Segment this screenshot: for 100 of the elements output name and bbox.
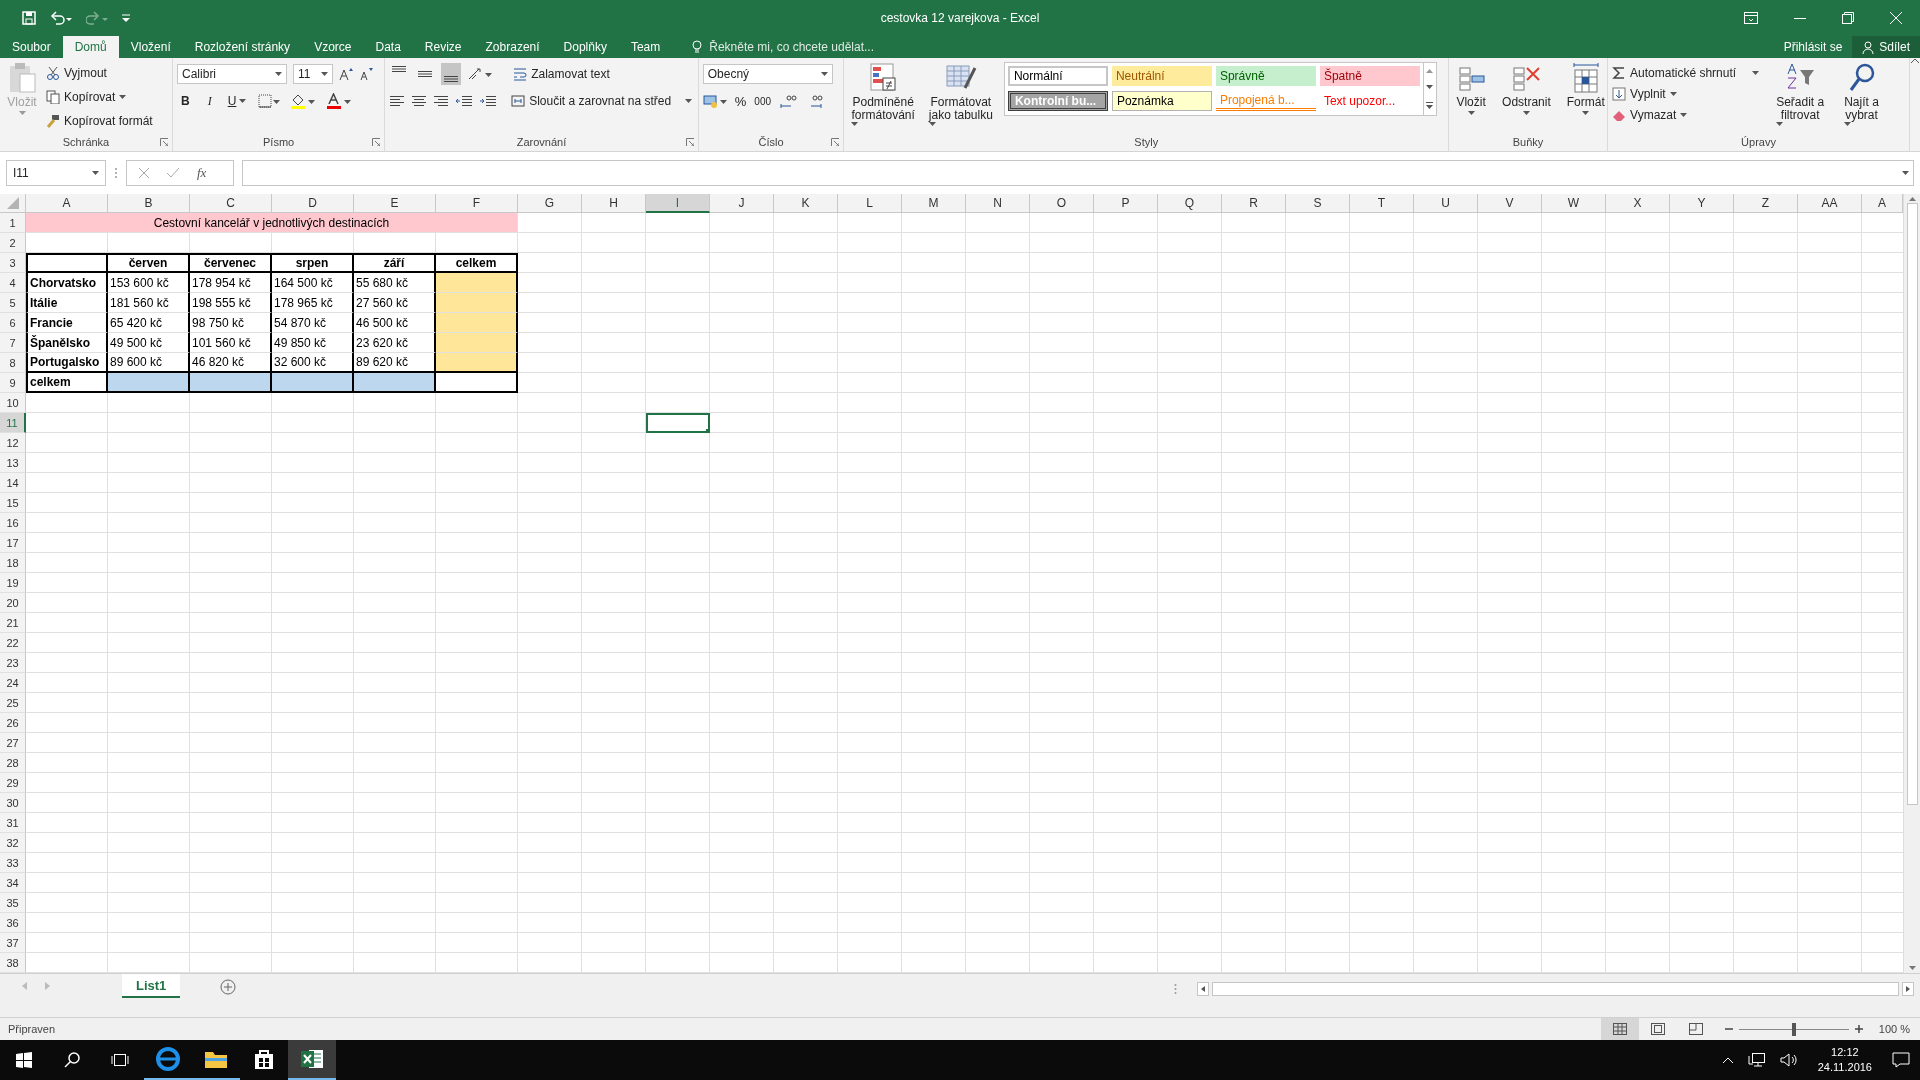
dialog-launcher-icon[interactable] bbox=[831, 138, 840, 146]
ribbon-tab[interactable]: Rozložení stránky bbox=[182, 36, 303, 58]
row-header[interactable]: 11 bbox=[0, 413, 26, 433]
column-header[interactable]: X bbox=[1606, 194, 1670, 213]
row-header[interactable]: 31 bbox=[0, 813, 26, 833]
grow-font-icon[interactable] bbox=[339, 67, 354, 81]
row-header[interactable]: 29 bbox=[0, 773, 26, 793]
orientation-icon[interactable] bbox=[467, 67, 494, 81]
ribbon-tab[interactable]: Vzorce bbox=[302, 36, 364, 58]
column-header[interactable]: N bbox=[966, 194, 1030, 213]
row-header[interactable]: 8 bbox=[0, 353, 26, 373]
row-header[interactable]: 28 bbox=[0, 753, 26, 773]
ribbon-tab[interactable]: Vložení bbox=[118, 36, 183, 58]
row-header[interactable]: 17 bbox=[0, 533, 26, 553]
row-header[interactable]: 16 bbox=[0, 513, 26, 533]
column-header[interactable]: B bbox=[108, 194, 190, 213]
column-header[interactable]: P bbox=[1094, 194, 1158, 213]
row-header[interactable]: 37 bbox=[0, 933, 26, 953]
fill-button[interactable]: Vyplnit bbox=[1612, 83, 1760, 104]
close-icon[interactable] bbox=[1890, 12, 1902, 24]
percent-button[interactable]: % bbox=[734, 93, 747, 109]
column-header[interactable]: F bbox=[436, 194, 518, 213]
cell-style-option[interactable]: Správně bbox=[1215, 66, 1316, 86]
row-header[interactable]: 33 bbox=[0, 853, 26, 873]
underline-button[interactable]: U bbox=[225, 94, 249, 108]
column-header[interactable]: AA bbox=[1798, 194, 1862, 213]
column-header[interactable]: Q bbox=[1158, 194, 1222, 213]
zoom-level[interactable]: 100 % bbox=[1878, 1023, 1910, 1035]
fill-color-icon[interactable] bbox=[290, 93, 317, 109]
ribbon-tab[interactable]: Zobrazení bbox=[473, 36, 552, 58]
formula-field[interactable] bbox=[242, 160, 1914, 186]
find-select-button[interactable]: Najít a vybrat bbox=[1841, 62, 1882, 126]
borders-icon[interactable] bbox=[258, 94, 281, 108]
wrap-text-button[interactable]: Zalamovat text bbox=[513, 63, 610, 85]
font-color-icon[interactable] bbox=[326, 93, 353, 109]
cell-style-option[interactable]: Normální bbox=[1007, 66, 1108, 86]
chevron-up-icon[interactable] bbox=[1721, 1056, 1734, 1064]
row-header[interactable]: 34 bbox=[0, 873, 26, 893]
row-header[interactable]: 35 bbox=[0, 893, 26, 913]
row-header[interactable]: 18 bbox=[0, 553, 26, 573]
column-header[interactable]: U bbox=[1414, 194, 1478, 213]
column-header[interactable]: Z bbox=[1734, 194, 1798, 213]
add-sheet-icon[interactable] bbox=[220, 979, 237, 995]
font-size-dropdown[interactable]: 11 bbox=[293, 64, 334, 84]
collapse-ribbon-icon[interactable] bbox=[1910, 58, 1920, 64]
dialog-launcher-icon[interactable] bbox=[372, 138, 381, 146]
column-header[interactable]: G bbox=[518, 194, 582, 213]
scroll-up-icon[interactable] bbox=[1908, 197, 1916, 201]
column-header[interactable]: D bbox=[272, 194, 354, 213]
conditional-formatting-button[interactable]: Podmíněné formátování bbox=[848, 62, 918, 126]
scroll-down-icon[interactable] bbox=[1426, 85, 1434, 90]
shrink-font-icon[interactable] bbox=[359, 67, 374, 81]
row-header[interactable]: 27 bbox=[0, 733, 26, 753]
row-header[interactable]: 25 bbox=[0, 693, 26, 713]
thousands-separator-button[interactable]: 000 bbox=[754, 95, 771, 107]
row-header[interactable]: 38 bbox=[0, 953, 26, 973]
start-icon[interactable] bbox=[16, 1052, 32, 1068]
ribbon-tab[interactable]: Soubor bbox=[0, 36, 63, 58]
align-right-icon[interactable] bbox=[433, 94, 450, 108]
customize-icon[interactable] bbox=[122, 14, 130, 22]
ribbon-tab[interactable]: Revize bbox=[412, 36, 474, 58]
zoom-slider-thumb[interactable] bbox=[1791, 1022, 1796, 1036]
restore-icon[interactable] bbox=[1842, 12, 1854, 24]
row-header[interactable]: 6 bbox=[0, 313, 26, 333]
ribbon-tab[interactable]: Domů bbox=[62, 36, 119, 58]
ribbon-tab[interactable]: Doplňky bbox=[551, 36, 619, 58]
ribbon-tab[interactable]: Data bbox=[363, 36, 413, 58]
zoom-in-icon[interactable] bbox=[1854, 1025, 1863, 1033]
network-icon[interactable] bbox=[1747, 1052, 1766, 1068]
cell-style-option[interactable]: Neutrální bbox=[1111, 66, 1212, 86]
zoom-out-icon[interactable] bbox=[1724, 1025, 1733, 1033]
row-header[interactable]: 36 bbox=[0, 913, 26, 933]
row-header[interactable]: 14 bbox=[0, 473, 26, 493]
column-header[interactable]: H bbox=[582, 194, 646, 213]
row-header[interactable]: 32 bbox=[0, 833, 26, 853]
column-header[interactable]: A bbox=[26, 194, 108, 213]
increase-decimal-icon[interactable] bbox=[779, 94, 797, 108]
row-header[interactable]: 9 bbox=[0, 373, 26, 393]
row-header[interactable]: 20 bbox=[0, 593, 26, 613]
column-header[interactable]: Y bbox=[1670, 194, 1734, 213]
row-header[interactable]: 23 bbox=[0, 653, 26, 673]
vertical-align-button[interactable] bbox=[441, 63, 462, 85]
row-header[interactable]: 19 bbox=[0, 573, 26, 593]
align-center-icon[interactable] bbox=[411, 94, 428, 108]
increase-indent-icon[interactable] bbox=[479, 94, 498, 108]
row-header[interactable]: 1 bbox=[0, 213, 26, 233]
cut-button[interactable]: Vyjmout bbox=[46, 62, 153, 83]
tell-me-field[interactable]: Řekněte mi, co chcete udělat... bbox=[707, 39, 932, 55]
format-as-table-button[interactable]: Formátovat jako tabulku bbox=[925, 62, 996, 126]
scroll-left-icon[interactable] bbox=[1197, 982, 1209, 996]
sheet-tab[interactable]: List1 bbox=[122, 974, 181, 998]
column-header[interactable]: K bbox=[774, 194, 838, 213]
clear-button[interactable]: Vymazat bbox=[1612, 104, 1760, 125]
delete-button[interactable]: Odstranit bbox=[1499, 62, 1554, 115]
insert-button[interactable]: Vložit bbox=[1453, 62, 1490, 115]
ribbon-display-icon[interactable] bbox=[1744, 12, 1758, 24]
column-header[interactable]: W bbox=[1542, 194, 1606, 213]
align-left-icon[interactable] bbox=[389, 94, 406, 108]
dialog-launcher-icon[interactable] bbox=[160, 138, 169, 146]
task-view-icon[interactable] bbox=[110, 1052, 130, 1068]
